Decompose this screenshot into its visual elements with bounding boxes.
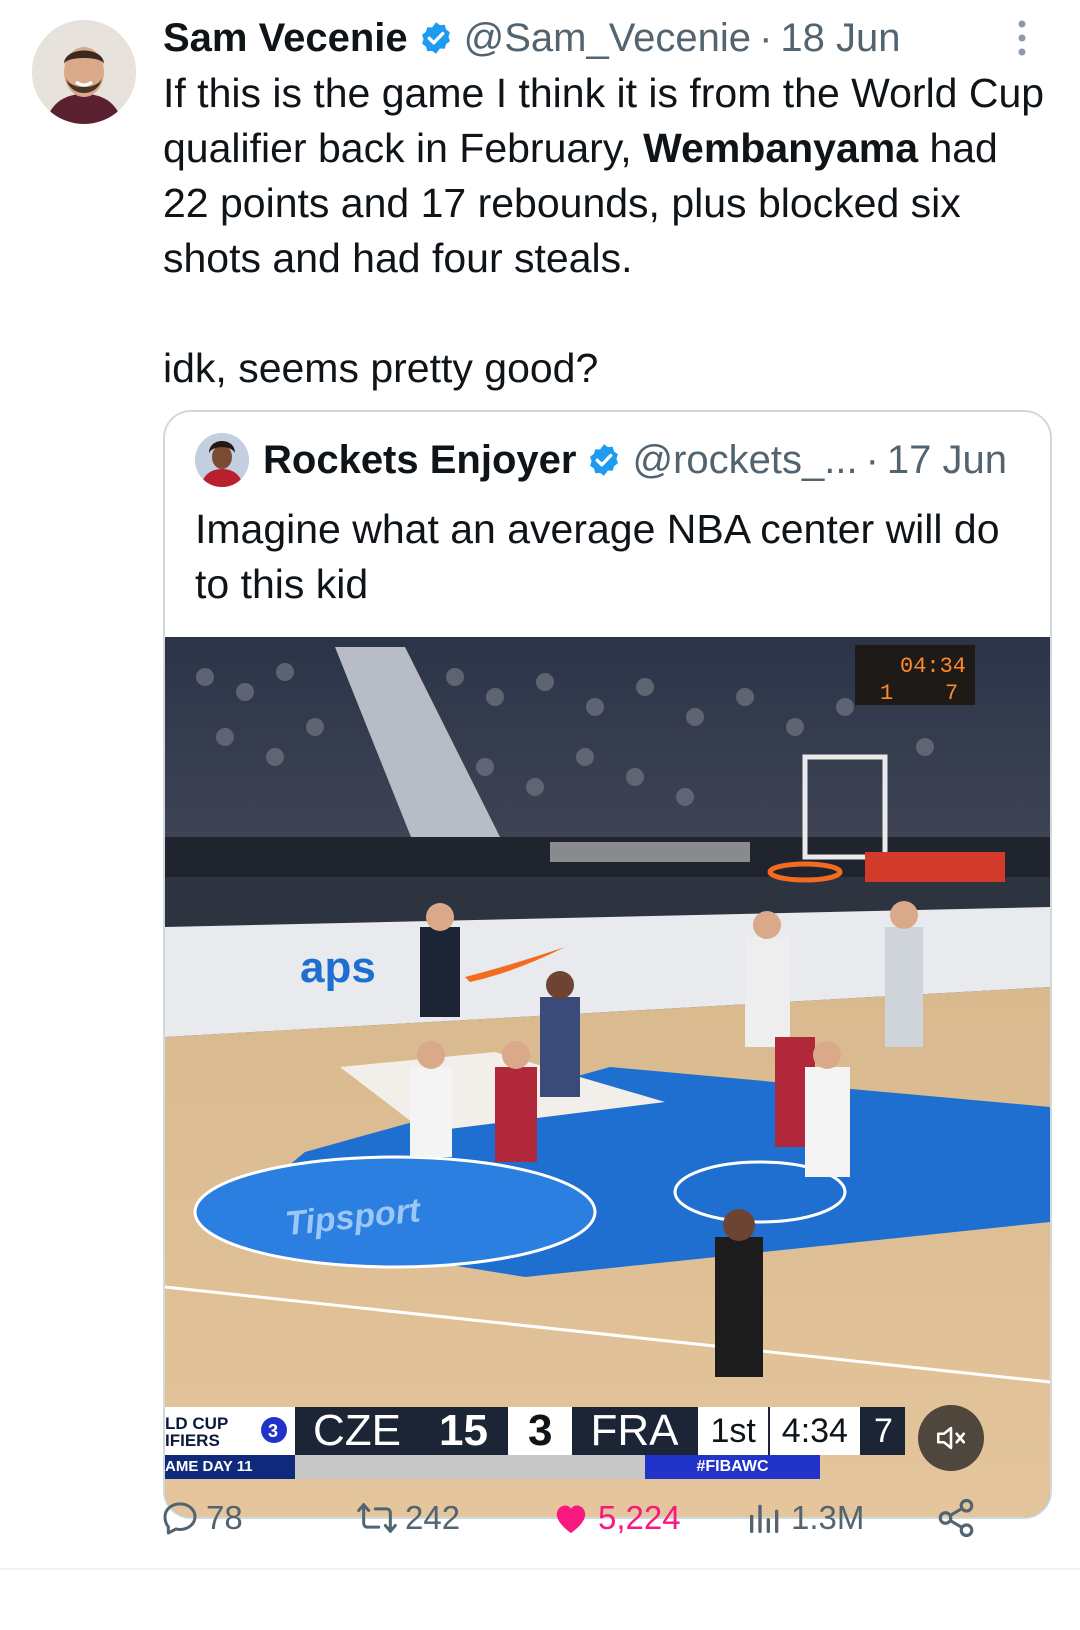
quoted-separator: · (865, 437, 879, 482)
views-bar-chart-icon (750, 1504, 779, 1533)
scorebug-game-day: AME DAY 11 (165, 1455, 295, 1479)
tweet-date[interactable]: 18 Jun (780, 16, 900, 61)
share-icon (938, 1498, 974, 1538)
share-button[interactable] (935, 1488, 983, 1548)
tweet-header: Sam Vecenie @Sam_Vecenie · 18 Jun (163, 14, 901, 62)
quoted-tweet[interactable]: Rockets Enjoyer @rockets_... · 17 Jun Im… (163, 410, 1052, 1519)
fiba-logo-icon: 3 (261, 1417, 287, 1443)
quoted-header: Rockets Enjoyer @rockets_... · 17 Jun (195, 433, 1007, 487)
svg-text:3: 3 (268, 1421, 278, 1441)
tweet-text: If this is the game I think it is from t… (163, 66, 1053, 396)
arena-score-left: 1 (880, 681, 893, 706)
arena-clock: 04:34 (900, 654, 966, 679)
author-handle[interactable]: @Sam_Vecenie (464, 16, 751, 61)
quoted-date[interactable]: 17 Jun (887, 438, 1007, 483)
quoted-author-handle[interactable]: @rockets_... (632, 438, 857, 483)
reply-button[interactable]: 78 (160, 1488, 243, 1548)
heart-filled-icon (556, 1505, 586, 1533)
quoted-avatar-image (195, 433, 249, 487)
repost-count: 242 (405, 1499, 461, 1536)
quoted-video[interactable]: aps Tipsport 04:34 1 7 LD CUP IFIERS 3 C… (165, 637, 1050, 1517)
scorebug-event: LD CUP IFIERS 3 (165, 1407, 295, 1455)
more-options-icon[interactable] (1012, 18, 1032, 58)
scorebug-score1: 15 (419, 1406, 508, 1455)
scorebug-score2: 3 (507, 1406, 573, 1455)
scorebug-team2: FRA (572, 1406, 697, 1455)
scorebug-clock: 4:34 (767, 1407, 860, 1455)
tweet-text-line2: idk, seems pretty good? (163, 345, 599, 391)
like-count: 5,224 (598, 1499, 681, 1536)
arena-score-right: 7 (945, 681, 958, 706)
views-count: 1.3M (791, 1499, 865, 1536)
basketball-game-frame: aps Tipsport 04:34 1 7 (165, 637, 1050, 1517)
quoted-verified-badge-icon (590, 444, 619, 476)
ad-board-text: aps (300, 943, 376, 992)
views-button[interactable]: 1.3M (745, 1488, 864, 1548)
repost-icon (357, 1503, 397, 1533)
scorebug: LD CUP IFIERS 3 CZE 15 3 FRA 1st 4:34 7 (165, 1406, 905, 1455)
reply-count: 78 (206, 1499, 243, 1536)
tweet-actions: 78 242 5,224 1.3M (160, 1488, 1040, 1548)
like-button[interactable]: 5,224 (550, 1488, 681, 1548)
verified-badge-icon (421, 22, 450, 54)
speaker-muted-icon (936, 1426, 966, 1450)
scorebug-period: 1st (696, 1407, 768, 1455)
quoted-text: Imagine what an average NBA center will … (195, 506, 1000, 607)
scorebug-team1: CZE (295, 1406, 419, 1455)
quoted-author-name[interactable]: Rockets Enjoyer (263, 438, 576, 483)
author-name[interactable]: Sam Vecenie (163, 16, 408, 61)
scorebug-strip-right (465, 1455, 645, 1479)
reply-icon (163, 1502, 197, 1535)
tweet-text-bold: Wembanyama (643, 125, 919, 171)
scorebug-shot-clock: 7 (859, 1407, 905, 1455)
bottom-divider (0, 1568, 1080, 1570)
quoted-author-avatar[interactable] (195, 433, 249, 487)
scorebug-strip-left (295, 1455, 465, 1479)
header-separator: · (759, 15, 773, 60)
author-avatar-image (32, 20, 136, 124)
mute-button[interactable] (918, 1405, 984, 1471)
scorebug-hashtag: #FIBAWC (645, 1455, 820, 1479)
author-avatar[interactable] (32, 20, 136, 124)
repost-button[interactable]: 242 (355, 1488, 460, 1548)
